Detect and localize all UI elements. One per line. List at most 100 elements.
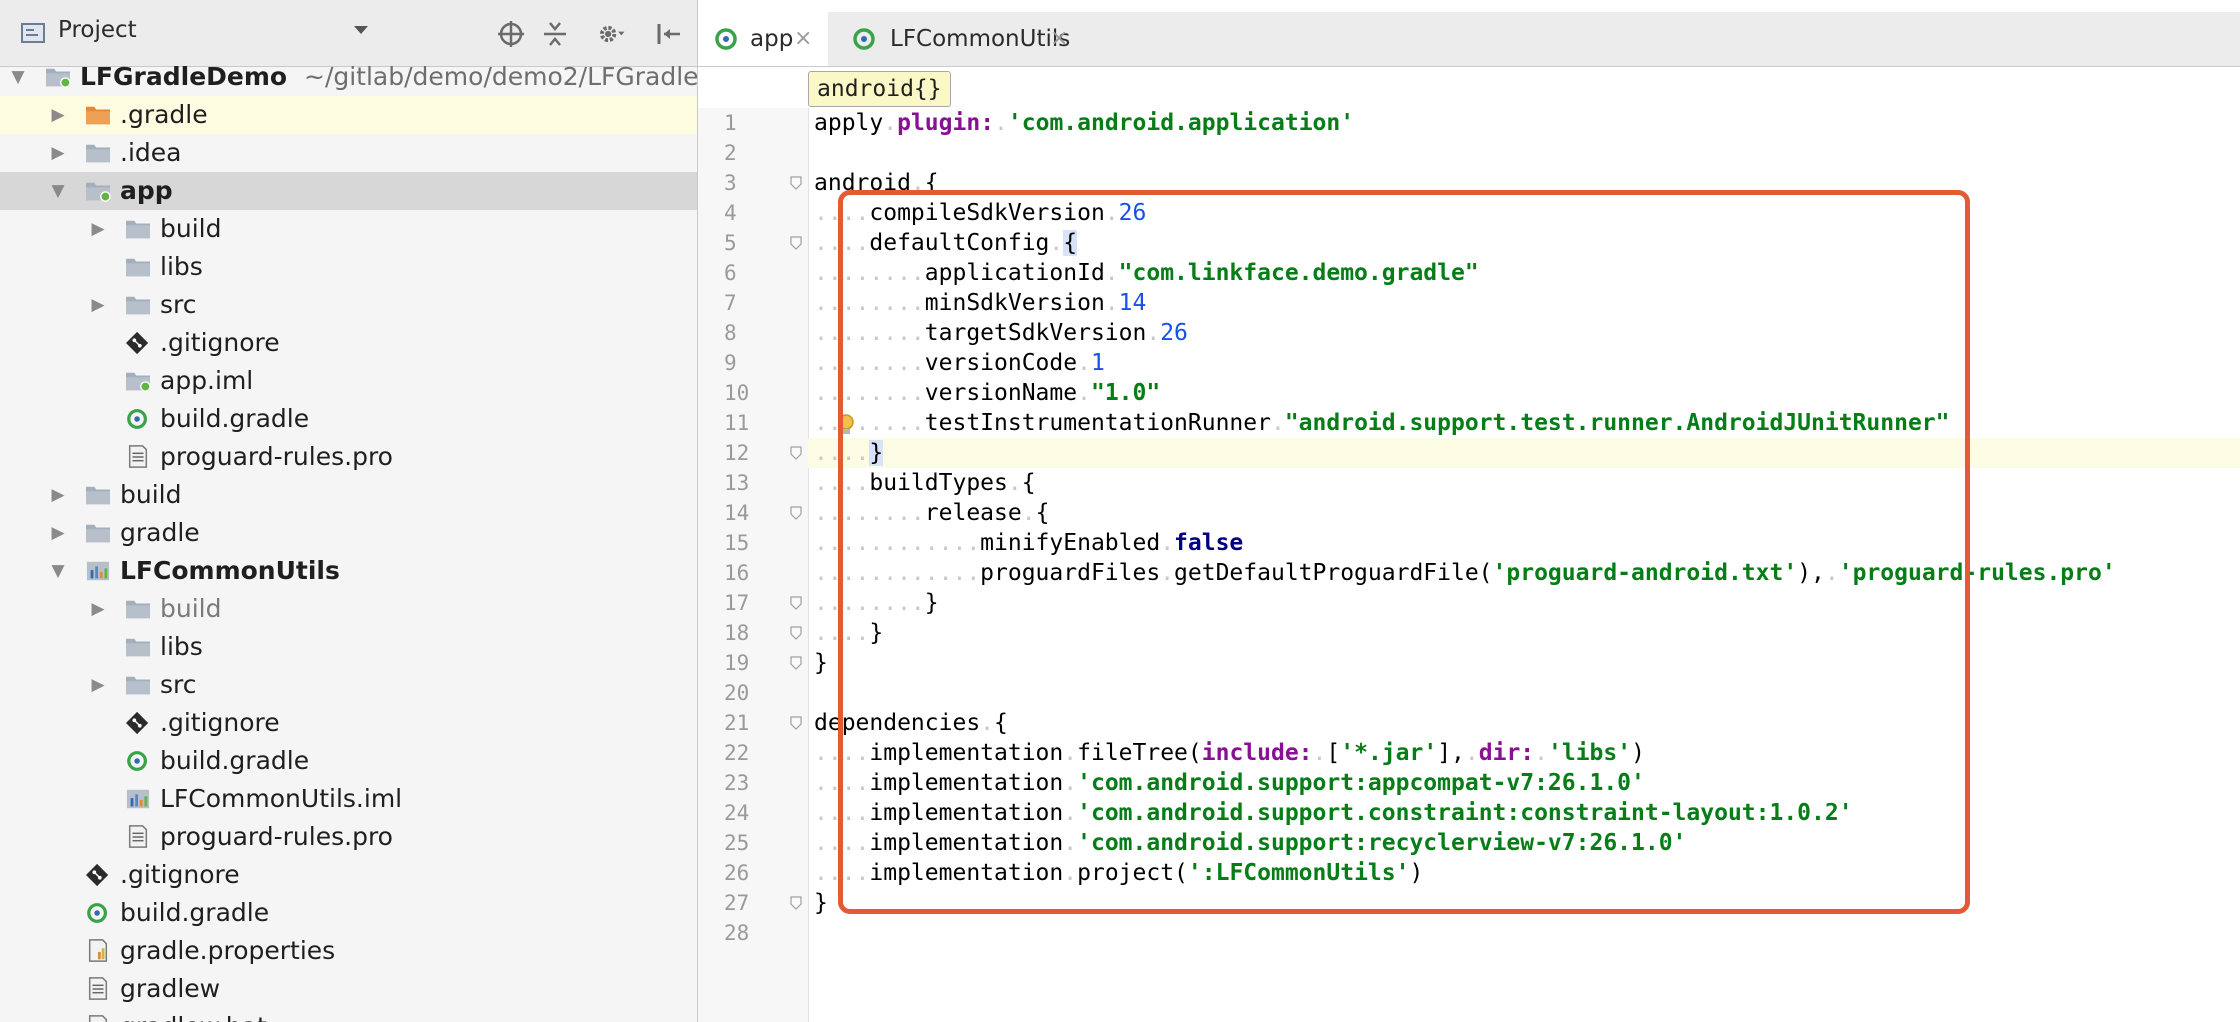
code-line[interactable]	[808, 918, 2240, 948]
code-line[interactable]: }	[808, 888, 2240, 918]
fold-marker-icon[interactable]	[790, 896, 802, 910]
breadcrumb[interactable]: android{}	[808, 71, 951, 107]
code-line[interactable]: ........versionName."1.0"	[808, 378, 2240, 408]
tab-lfcommonutils[interactable]: LFCommonUtils ×	[828, 12, 1078, 66]
code-line[interactable]: }	[808, 648, 2240, 678]
orange-folder-icon	[86, 106, 110, 125]
hide-panel-icon[interactable]	[654, 20, 682, 48]
tree-item[interactable]: gradle.properties	[0, 932, 697, 970]
code-line[interactable]: dependencies.{	[808, 708, 2240, 738]
tree-item-label: .gradle	[120, 100, 208, 129]
fold-marker-icon[interactable]	[790, 716, 802, 730]
code-area[interactable]: apply.plugin:.'com.android.application' a…	[808, 108, 2240, 948]
code-line[interactable]: ........versionCode.1	[808, 348, 2240, 378]
fold-marker-icon[interactable]	[790, 446, 802, 460]
fold-marker-icon[interactable]	[790, 236, 802, 250]
code-line[interactable]: ........testInstrumentationRunner."andro…	[808, 408, 2240, 438]
code-line[interactable]: ........targetSdkVersion.26	[808, 318, 2240, 348]
code-line[interactable]: ....implementation.fileTree(include:.['*…	[808, 738, 2240, 768]
code-token: {	[994, 710, 1008, 736]
chevron-right-icon[interactable]: ▶	[48, 96, 68, 134]
close-icon[interactable]: ×	[794, 12, 812, 66]
code-line[interactable]: ........release.{	[808, 498, 2240, 528]
code-token: .	[1160, 560, 1175, 586]
tree-item[interactable]: ▶ .idea	[0, 134, 697, 172]
code-line[interactable]: ........}	[808, 588, 2240, 618]
code-line[interactable]: ....defaultConfig.{	[808, 228, 2240, 258]
tree-item[interactable]: app.iml	[0, 362, 697, 400]
code-line[interactable]	[808, 138, 2240, 168]
target-scroll-icon[interactable]	[497, 20, 525, 48]
tree-item[interactable]: .gitignore	[0, 704, 697, 742]
tree-item[interactable]: build.gradle	[0, 742, 697, 780]
chevron-right-icon[interactable]: ▶	[88, 590, 108, 628]
code-line[interactable]: ............minifyEnabled.false	[808, 528, 2240, 558]
folder-icon	[126, 676, 150, 695]
tree-item[interactable]: ▶ src	[0, 666, 697, 704]
code-token: ............	[814, 530, 981, 556]
chevron-down-icon[interactable]: ▼	[48, 552, 68, 590]
fold-marker-icon[interactable]	[790, 176, 802, 190]
tree-item[interactable]: ▶ build	[0, 590, 697, 628]
chevron-right-icon[interactable]: ▶	[88, 666, 108, 704]
code-token: ........	[814, 590, 925, 616]
code-line[interactable]: ....implementation.'com.android.support:…	[808, 768, 2240, 798]
code-line[interactable]: ............proguardFiles.getDefaultProg…	[808, 558, 2240, 588]
chevron-right-icon[interactable]: ▶	[88, 286, 108, 324]
tab-app[interactable]: app ×	[698, 12, 828, 66]
tree-item[interactable]: gradlew	[0, 970, 697, 1008]
tree-item[interactable]: ▶ src	[0, 286, 697, 324]
lightbulb-icon[interactable]	[835, 413, 857, 437]
tree-item[interactable]: ▶ build	[0, 210, 697, 248]
tree-item[interactable]: proguard-rules.pro	[0, 438, 697, 476]
tree-item[interactable]: proguard-rules.pro	[0, 818, 697, 856]
code-token: }	[869, 440, 884, 466]
fold-marker-icon[interactable]	[790, 656, 802, 670]
fold-marker-icon[interactable]	[790, 506, 802, 520]
tree-item[interactable]: libs	[0, 628, 697, 666]
code-line[interactable]: ....implementation.'com.android.support:…	[808, 828, 2240, 858]
code-line[interactable]: ....}	[808, 618, 2240, 648]
code-line[interactable]: ....implementation.project(':LFCommonUti…	[808, 858, 2240, 888]
chevron-down-icon[interactable]: ▼	[48, 172, 68, 210]
code-line[interactable]: android.{	[808, 168, 2240, 198]
tree-item[interactable]: ▶ gradle	[0, 514, 697, 552]
gear-icon[interactable]	[598, 20, 626, 48]
code-line[interactable]: ....implementation.'com.android.support.…	[808, 798, 2240, 828]
tree-item[interactable]: ▼ LFCommonUtils	[0, 552, 697, 590]
code-line[interactable]: ....buildTypes.{	[808, 468, 2240, 498]
chevron-right-icon[interactable]: ▶	[88, 210, 108, 248]
close-icon[interactable]: ×	[1050, 12, 1068, 66]
code-line[interactable]	[808, 678, 2240, 708]
tree-item[interactable]: LFCommonUtils.iml	[0, 780, 697, 818]
tree-item[interactable]: ▼ LFGradleDemo ~/gitlab/demo/demo2/LFGradl…	[0, 58, 697, 96]
code-line[interactable]: ........minSdkVersion.14	[808, 288, 2240, 318]
code-line[interactable]: apply.plugin:.'com.android.application'	[808, 108, 2240, 138]
code-line[interactable]: ........applicationId."com.linkface.demo…	[808, 258, 2240, 288]
tree-item[interactable]: ▶ build	[0, 476, 697, 514]
chevron-right-icon[interactable]: ▶	[48, 134, 68, 172]
tree-item[interactable]: gradlew.bat	[0, 1008, 697, 1022]
fold-marker-icon[interactable]	[790, 596, 802, 610]
code-token: ....	[814, 800, 870, 826]
chevron-right-icon[interactable]: ▶	[48, 476, 68, 514]
collapse-all-icon[interactable]	[541, 20, 569, 48]
project-panel-title[interactable]: Project	[58, 17, 137, 43]
chevron-right-icon[interactable]: ▶	[48, 514, 68, 552]
code-token: .	[1160, 530, 1175, 556]
code-line[interactable]: ....compileSdkVersion.26	[808, 198, 2240, 228]
fold-marker-icon[interactable]	[790, 626, 802, 640]
tree-item[interactable]: build.gradle	[0, 894, 697, 932]
tree-item[interactable]: libs	[0, 248, 697, 286]
tree-item-label: build.gradle	[160, 404, 310, 433]
chevron-down-icon[interactable]: ▼	[8, 58, 28, 96]
tree-item[interactable]: .gitignore	[0, 856, 697, 894]
chevron-down-icon[interactable]	[352, 24, 370, 36]
tree-item[interactable]: ▼ app	[0, 172, 697, 210]
code-line[interactable]: ....}	[808, 438, 2240, 468]
code-token: {	[924, 170, 939, 196]
tree-item[interactable]: ▶ .gradle	[0, 96, 697, 134]
line-number: 19	[698, 648, 808, 678]
tree-item[interactable]: .gitignore	[0, 324, 697, 362]
tree-item[interactable]: build.gradle	[0, 400, 697, 438]
